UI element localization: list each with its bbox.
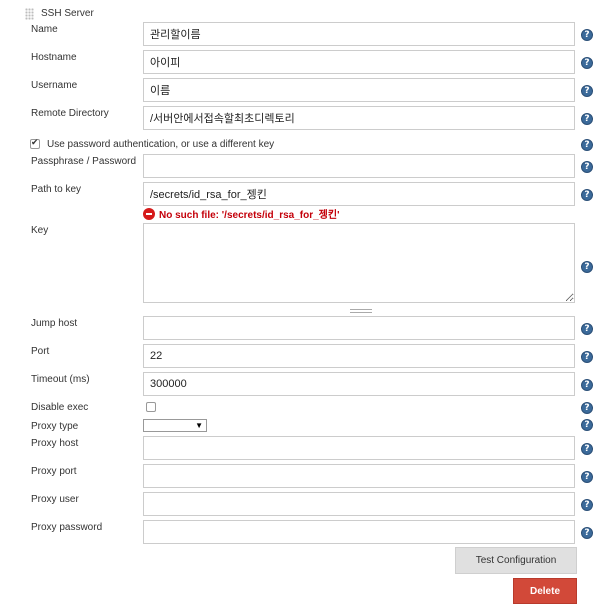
username-input[interactable] [143,78,575,102]
key-textarea[interactable] [143,223,575,303]
proxy-port-input[interactable] [143,464,575,488]
path-to-key-label: Path to key [31,184,82,195]
dropdown-arrow-icon: ▼ [195,421,203,430]
hostname-input[interactable] [143,50,575,74]
key-label: Key [31,225,49,236]
help-icon[interactable]: ? [581,527,593,539]
help-icon[interactable]: ? [581,323,593,335]
help-icon[interactable]: ? [581,471,593,483]
remote-directory-input[interactable] [143,106,575,130]
proxy-user-input[interactable] [143,492,575,516]
proxy-password-label: Proxy password [31,522,103,533]
timeout-input[interactable] [143,372,575,396]
disable-exec-label: Disable exec [31,402,89,413]
hostname-label: Hostname [31,52,77,63]
use-password-label: Use password authentication, or use a di… [47,139,275,150]
help-icon[interactable]: ? [581,113,593,125]
proxy-type-select[interactable]: ▼ [143,419,207,432]
help-icon[interactable]: ? [581,189,593,201]
name-input[interactable] [143,22,575,46]
jump-host-label: Jump host [31,318,78,329]
remote-directory-label: Remote Directory [31,108,109,119]
proxy-host-label: Proxy host [31,438,79,449]
error-message: No such file: '/secrets/id_rsa_for_젱킨' [159,210,340,221]
jump-host-input[interactable] [143,316,575,340]
drag-handle-icon[interactable] [25,8,34,20]
proxy-password-input[interactable] [143,520,575,544]
proxy-port-label: Proxy port [31,466,77,477]
help-icon[interactable]: ? [581,419,593,431]
delete-button[interactable]: Delete [513,578,577,604]
test-configuration-button[interactable]: Test Configuration [455,547,577,574]
error-icon [143,208,155,220]
help-icon[interactable]: ? [581,351,593,363]
passphrase-label: Passphrase / Password [31,156,137,167]
port-label: Port [31,346,50,357]
proxy-type-label: Proxy type [31,421,79,432]
name-label: Name [31,24,58,35]
help-icon[interactable]: ? [581,57,593,69]
timeout-label: Timeout (ms) [31,374,90,385]
path-to-key-input[interactable] [143,182,575,206]
help-icon[interactable]: ? [581,161,593,173]
help-icon[interactable]: ? [581,379,593,391]
port-input[interactable] [143,344,575,368]
help-icon[interactable]: ? [581,402,593,414]
help-icon[interactable]: ? [581,139,593,151]
passphrase-input[interactable] [143,154,575,178]
use-password-checkbox[interactable] [30,137,40,149]
help-icon[interactable]: ? [581,85,593,97]
proxy-host-input[interactable] [143,436,575,460]
proxy-user-label: Proxy user [31,494,79,505]
help-icon[interactable]: ? [581,29,593,41]
disable-exec-checkbox[interactable] [146,402,156,412]
help-icon[interactable]: ? [581,499,593,511]
help-icon[interactable]: ? [581,261,593,273]
username-label: Username [31,80,78,91]
section-title: SSH Server [41,8,94,19]
textarea-resize-handle[interactable] [350,309,372,313]
help-icon[interactable]: ? [581,443,593,455]
path-to-key-error: No such file: '/secrets/id_rsa_for_젱킨' [143,206,339,221]
